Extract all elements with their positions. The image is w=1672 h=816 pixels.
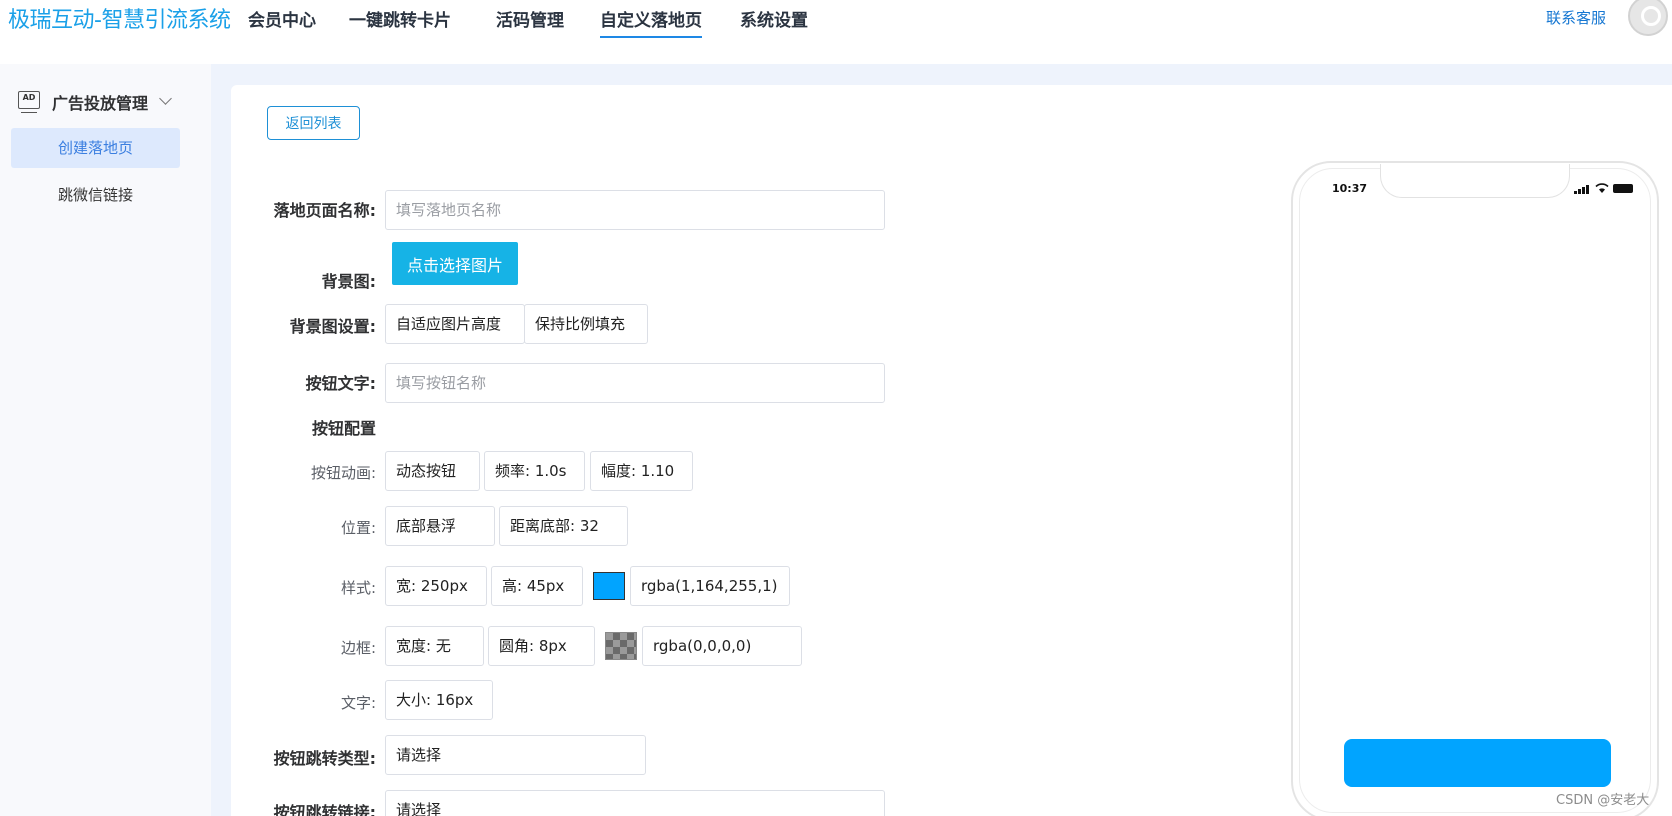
border-color-input[interactable]: rgba(0,0,0,0) bbox=[642, 626, 802, 666]
jump-link-select[interactable]: 请选择 bbox=[385, 790, 885, 816]
sidebar-group-ad-management[interactable]: AD 广告投放管理 bbox=[18, 89, 188, 113]
preview-action-button bbox=[1344, 739, 1611, 787]
nav-member-center[interactable]: 会员中心 bbox=[248, 6, 316, 38]
back-to-list-button[interactable]: 返回列表 bbox=[267, 106, 360, 140]
sidebar: AD 广告投放管理 创建落地页 跳微信链接 bbox=[0, 64, 211, 816]
chevron-down-icon bbox=[159, 92, 172, 105]
animation-frequency-input[interactable]: 频率: 1.0s bbox=[484, 451, 585, 491]
jump-link-label: 按钮跳转链接: bbox=[273, 803, 376, 816]
bg-keep-ratio-select[interactable]: 保持比例填充 bbox=[524, 304, 648, 344]
button-config-title: 按钮配置 bbox=[311, 419, 376, 438]
animation-label: 按钮动画: bbox=[310, 464, 376, 482]
sidebar-group-label: 广告投放管理 bbox=[52, 94, 149, 113]
signal-icon bbox=[1574, 184, 1592, 194]
brand-logo-text[interactable]: 极瑞互动-智慧引流系统 bbox=[8, 2, 231, 34]
bg-setting-label: 背景图设置: bbox=[289, 317, 376, 336]
phone-status-time: 10:37 bbox=[1332, 182, 1368, 195]
page-name-label: 落地页面名称: bbox=[273, 201, 376, 220]
sidebar-item-create-landing[interactable]: 创建落地页 bbox=[11, 128, 180, 168]
jump-type-select[interactable]: 请选择 bbox=[385, 735, 646, 775]
animation-type-select[interactable]: 动态按钮 bbox=[385, 451, 480, 491]
nav-system-settings[interactable]: 系统设置 bbox=[740, 6, 808, 38]
button-text-input[interactable]: 填写按钮名称 bbox=[385, 363, 885, 403]
text-label: 文字: bbox=[340, 694, 376, 712]
page-name-input[interactable]: 填写落地页名称 bbox=[385, 190, 885, 230]
font-size-input[interactable]: 大小: 16px bbox=[385, 680, 493, 720]
style-label: 样式: bbox=[340, 579, 376, 597]
phone-preview-screen bbox=[1299, 168, 1651, 813]
button-text-label: 按钮文字: bbox=[305, 374, 376, 393]
choose-image-button[interactable]: 点击选择图片 bbox=[392, 242, 518, 285]
position-label: 位置: bbox=[340, 519, 376, 537]
border-color-swatch[interactable] bbox=[605, 632, 637, 660]
wifi-icon bbox=[1595, 183, 1609, 193]
watermark: CSDN @安老大 bbox=[1556, 793, 1650, 808]
border-width-select[interactable]: 宽度: 无 bbox=[385, 626, 484, 666]
bottom-distance-input[interactable]: 距离底部: 32 bbox=[499, 506, 628, 546]
nav-custom-landing[interactable]: 自定义落地页 bbox=[600, 6, 702, 38]
nav-live-code[interactable]: 活码管理 bbox=[496, 6, 564, 38]
phone-notch bbox=[1380, 164, 1570, 198]
battery-icon bbox=[1613, 184, 1633, 193]
button-width-input[interactable]: 宽: 250px bbox=[385, 566, 487, 606]
jump-type-label: 按钮跳转类型: bbox=[273, 749, 376, 768]
button-height-input[interactable]: 高: 45px bbox=[491, 566, 583, 606]
border-label: 边框: bbox=[340, 639, 376, 657]
bg-color-input[interactable]: rgba(1,164,255,1) bbox=[630, 566, 790, 606]
border-radius-input[interactable]: 圆角: 8px bbox=[488, 626, 595, 666]
animation-amplitude-input[interactable]: 幅度: 1.10 bbox=[590, 451, 693, 491]
bg-fit-height-select[interactable]: 自适应图片高度 bbox=[385, 304, 525, 344]
nav-jump-card[interactable]: 一键跳转卡片 bbox=[349, 6, 451, 38]
ad-icon: AD bbox=[18, 91, 40, 113]
bg-color-swatch[interactable] bbox=[593, 572, 625, 600]
contact-support-link[interactable]: 联系客服 bbox=[1546, 7, 1606, 28]
bg-image-label: 背景图: bbox=[321, 272, 376, 291]
position-mode-select[interactable]: 底部悬浮 bbox=[385, 506, 495, 546]
sidebar-item-wechat-link[interactable]: 跳微信链接 bbox=[11, 175, 180, 215]
